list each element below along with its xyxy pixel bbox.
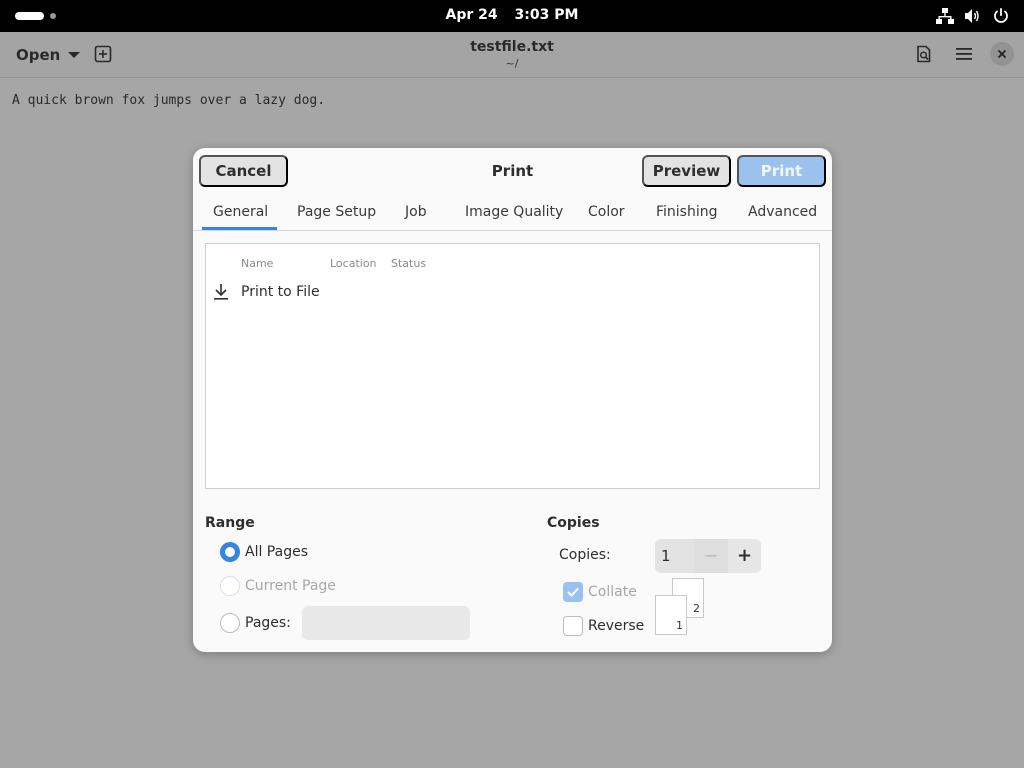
reverse-checkbox[interactable]	[563, 616, 583, 636]
editor-header-bar: Open testfile.txt ~/	[0, 32, 1024, 78]
power-icon	[994, 8, 1008, 23]
printer-list[interactable]: Name Location Status Print to File	[205, 243, 820, 489]
printer-row[interactable]: Print to File	[206, 280, 819, 304]
decrement-button: −	[695, 539, 728, 573]
window-subtitle: ~/	[505, 57, 519, 70]
tab-finishing[interactable]: Finishing	[656, 204, 718, 220]
download-icon	[214, 284, 228, 300]
window-title: testfile.txt	[470, 39, 554, 55]
close-icon	[997, 49, 1007, 59]
copies-spinbutton[interactable]: 1 − +	[655, 539, 761, 573]
tab-general[interactable]: General	[213, 204, 268, 220]
main-menu-button[interactable]	[950, 40, 978, 68]
pages-label[interactable]: Pages:	[245, 615, 291, 631]
clock[interactable]: Apr 24 3:03 PM	[0, 7, 1024, 23]
cancel-button[interactable]: Cancel	[199, 155, 288, 187]
active-tab-indicator	[202, 227, 277, 230]
range-heading: Range	[205, 515, 255, 531]
preview-button[interactable]: Preview	[642, 155, 731, 187]
network-icon	[936, 8, 954, 24]
column-header-name[interactable]: Name	[241, 257, 273, 270]
printer-name: Print to File	[241, 284, 320, 300]
clock-time: 3:03 PM	[514, 7, 579, 23]
clock-date: Apr 24	[445, 7, 498, 23]
plus-icon: +	[736, 545, 753, 566]
copies-label: Copies:	[559, 547, 611, 563]
document-search-icon	[917, 45, 931, 63]
system-tray[interactable]	[936, 7, 1010, 25]
sheet-number-front: 1	[676, 619, 683, 632]
window-close-button[interactable]	[990, 42, 1014, 66]
all-pages-radio[interactable]	[220, 542, 240, 562]
column-header-status[interactable]: Status	[391, 257, 426, 270]
pages-input[interactable]	[302, 606, 470, 640]
tab-advanced[interactable]: Advanced	[748, 204, 817, 220]
tab-job[interactable]: Job	[405, 204, 427, 220]
hamburger-menu-icon	[956, 48, 972, 60]
window-title-area: testfile.txt ~/	[0, 39, 1024, 70]
print-button[interactable]: Print	[737, 155, 826, 187]
document-search-button[interactable]	[910, 40, 938, 68]
tab-bar: General Page Setup Job Image Quality Col…	[193, 196, 832, 231]
pages-radio[interactable]	[220, 613, 240, 633]
tab-image-quality[interactable]: Image Quality	[465, 204, 563, 220]
copies-value[interactable]: 1	[655, 539, 695, 573]
current-page-radio	[220, 576, 240, 596]
reverse-label[interactable]: Reverse	[588, 618, 644, 634]
column-header-location[interactable]: Location	[330, 257, 377, 270]
tab-color[interactable]: Color	[588, 204, 625, 220]
volume-icon	[965, 9, 979, 23]
editor-content: A quick brown fox jumps over a lazy dog.	[12, 93, 326, 108]
top-bar: Apr 24 3:03 PM	[0, 0, 1024, 32]
tab-page-setup[interactable]: Page Setup	[297, 204, 376, 220]
copies-heading: Copies	[547, 515, 600, 531]
collate-preview-sheet-front: 1	[655, 595, 687, 635]
print-dialog: Cancel Print Preview Print General Page …	[193, 148, 832, 652]
collate-label[interactable]: Collate	[588, 584, 637, 600]
increment-button[interactable]: +	[728, 539, 761, 573]
all-pages-label[interactable]: All Pages	[245, 544, 308, 560]
sheet-number-back: 2	[693, 602, 700, 615]
header-actions	[910, 40, 1014, 68]
current-page-label: Current Page	[245, 578, 336, 594]
checkmark-icon	[567, 587, 579, 597]
minus-icon: −	[704, 546, 719, 565]
collate-checkbox[interactable]	[563, 582, 583, 602]
